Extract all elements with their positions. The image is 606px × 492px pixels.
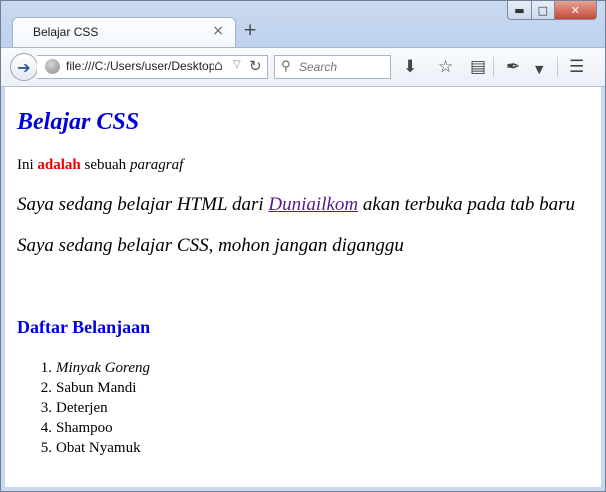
duniailkom-link[interactable]: Duniailkom <box>268 194 358 215</box>
toolbar-separator <box>557 57 558 77</box>
maximize-icon[interactable]: □ <box>531 1 555 20</box>
list-heading: Daftar Belanjaan <box>17 317 151 337</box>
url-text[interactable]: file:///C:/Users/user/Desktop <box>66 59 214 73</box>
paragraph-intro: Ini adalah sebuah paragraf <box>17 157 183 174</box>
tab-strip: Belajar CSS × + ▬ □ ✕ <box>1 1 605 47</box>
para1-middle: sebuah <box>80 157 130 173</box>
page-title: Belajar CSS <box>17 109 140 135</box>
reload-icon[interactable]: ↻ <box>249 57 262 75</box>
tab-title: Belajar CSS <box>33 25 99 39</box>
para1-italic: paragraf <box>129 157 184 173</box>
menu-icon[interactable]: ☰ <box>569 57 584 77</box>
list-item: 2. Sabun Mandi <box>40 380 137 396</box>
minimize-icon[interactable]: ▬ <box>507 1 532 20</box>
list-item: 4. Shampoo <box>40 420 113 436</box>
browser-window: Belajar CSS × + ▬ □ ✕ ➔ file:///C:/Users… <box>0 0 606 492</box>
search-input[interactable] <box>299 58 387 76</box>
para2-after: akan terbuka pada tab baru <box>358 194 576 215</box>
window-controls: ▬ □ ✕ <box>507 1 597 21</box>
toolbar-separator <box>493 57 494 77</box>
para2-before: Saya sedang belajar HTML dari <box>17 194 269 215</box>
bookmarks-list-icon[interactable]: ▤ <box>470 57 486 77</box>
nav-bar: ➔ file:///C:/Users/user/Desktop ⌂ ▽ ↻ ⚲ … <box>1 47 605 87</box>
new-tab-icon[interactable]: + <box>243 20 257 40</box>
back-icon[interactable]: ➔ <box>10 53 38 81</box>
bookmark-star-icon[interactable]: ☆ <box>438 57 453 77</box>
close-window-icon[interactable]: ✕ <box>554 1 597 20</box>
chevron-down-icon[interactable]: ▼ <box>535 60 543 80</box>
paragraph-html: Saya sedang belajar HTML dari Duniailkom… <box>17 194 575 216</box>
page-content: Belajar CSS Ini adalah sebuah paragraf S… <box>5 87 601 487</box>
list-item: 5. Obat Nyamuk <box>40 440 141 456</box>
search-bar[interactable]: ⚲ <box>274 55 391 79</box>
url-bar[interactable]: file:///C:/Users/user/Desktop ⌂ ▽ ↻ <box>37 55 268 79</box>
list-item: 3. Deterjen <box>40 400 108 416</box>
shopping-list: 1. Minyak Goreng 2. Sabun Mandi 3. Deterjen… <box>17 358 150 458</box>
search-icon: ⚲ <box>281 59 291 74</box>
home-icon[interactable]: ⌂ <box>214 58 223 74</box>
url-dropdown-icon[interactable]: ▽ <box>233 59 241 70</box>
globe-icon <box>45 59 60 74</box>
tab-belajar-css[interactable]: Belajar CSS × <box>12 17 236 47</box>
para1-bold: adalah <box>37 157 81 173</box>
download-icon[interactable]: ⬇ <box>403 57 417 77</box>
list-item: 1. Minyak Goreng <box>40 360 150 376</box>
para1-before: Ini <box>17 157 38 173</box>
tab-close-icon[interactable]: × <box>212 23 224 39</box>
paragraph-css: Saya sedang belajar CSS, mohon jangan di… <box>17 235 404 256</box>
developer-tools-icon[interactable]: ✒ <box>506 57 520 77</box>
